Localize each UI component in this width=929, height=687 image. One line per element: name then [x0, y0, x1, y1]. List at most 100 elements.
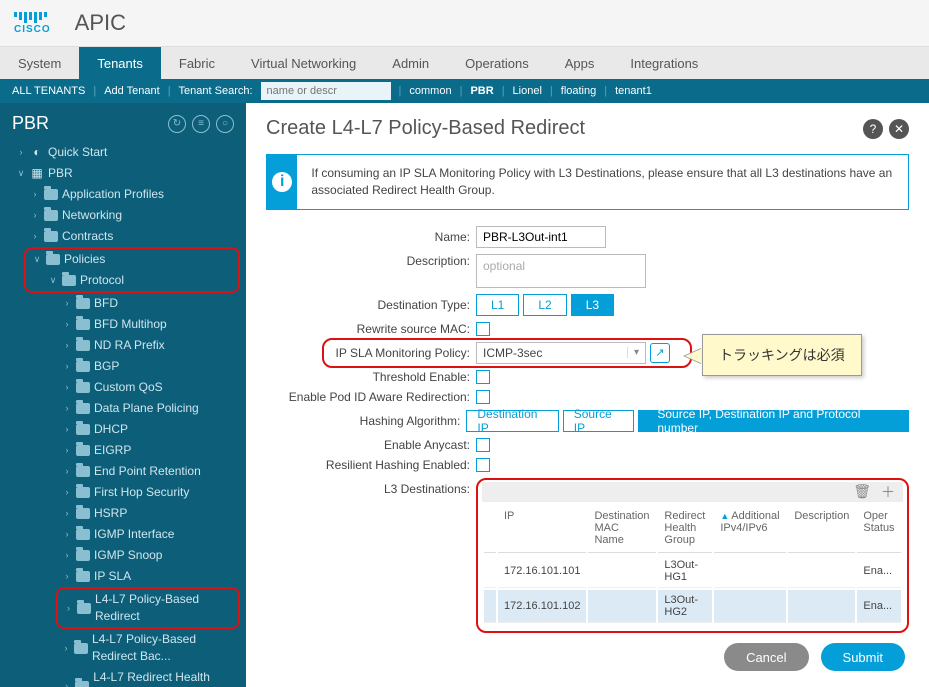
th-rhg[interactable]: Redirect Health Group [658, 504, 712, 553]
sidebar-title: PBR [12, 113, 49, 134]
tab-fabric[interactable]: Fabric [161, 47, 233, 79]
table-row[interactable]: 172.16.101.102 L3Out-HG2 Ena... [484, 590, 901, 623]
sidebar-action-3-icon[interactable]: ○ [216, 115, 234, 133]
dest-type-label: Destination Type: [266, 298, 476, 312]
chevron-down-icon: ▾ [627, 347, 645, 358]
tree-l4l7-pbr-backup[interactable]: ›L4-L7 Policy-Based Redirect Bac... [10, 629, 246, 667]
tenant-link-floating[interactable]: floating [561, 85, 596, 97]
info-message: If consuming an IP SLA Monitoring Policy… [297, 155, 908, 209]
add-tenant-link[interactable]: Add Tenant [104, 85, 159, 97]
sidebar-action-1-icon[interactable]: ↻ [168, 115, 186, 133]
tree-hsrp[interactable]: ›HSRP [10, 503, 246, 524]
tab-apps[interactable]: Apps [547, 47, 613, 79]
delete-icon[interactable]: 🗑 [853, 483, 871, 500]
tree-data-plane-policing[interactable]: ›Data Plane Policing [10, 398, 246, 419]
close-icon[interactable]: ✕ [889, 119, 909, 139]
table-row[interactable]: 172.16.101.101 L3Out-HG1 Ena... [484, 555, 901, 588]
tree-nd-ra-prefix[interactable]: ›ND RA Prefix [10, 335, 246, 356]
tab-virtual-networking[interactable]: Virtual Networking [233, 47, 374, 79]
rewrite-mac-checkbox[interactable] [476, 322, 490, 336]
resilient-label: Resilient Hashing Enabled: [266, 458, 476, 472]
tenant-link-tenant1[interactable]: tenant1 [615, 85, 652, 97]
tree-app-profiles[interactable]: ›Application Profiles [10, 184, 246, 205]
tab-tenants[interactable]: Tenants [79, 47, 161, 79]
tree-root-pbr[interactable]: ∨▦PBR [10, 163, 246, 184]
callout-note: トラッキングは必須 [702, 334, 862, 376]
th-oper[interactable]: Oper Status [857, 504, 901, 553]
tenant-search-input[interactable] [261, 82, 391, 100]
hash-source-ip[interactable]: Source IP [563, 410, 635, 432]
submit-button[interactable]: Submit [821, 643, 905, 671]
pod-aware-checkbox[interactable] [476, 390, 490, 404]
info-banner: i If consuming an IP SLA Monitoring Poli… [266, 154, 909, 210]
th-desc[interactable]: Description [788, 504, 855, 553]
tab-admin[interactable]: Admin [374, 47, 447, 79]
info-icon: i [267, 155, 297, 209]
sla-policy-select[interactable]: ICMP-3sec ▾ [476, 342, 646, 364]
tree-first-hop-security[interactable]: ›First Hop Security [10, 482, 246, 503]
main-panel: Create L4-L7 Policy-Based Redirect ? ✕ i… [246, 103, 929, 687]
tree-quick-start[interactable]: ›◐Quick Start [10, 142, 246, 163]
tree-endpoint-retention[interactable]: ›End Point Retention [10, 461, 246, 482]
hash-src-dst-proto[interactable]: Source IP, Destination IP and Protocol n… [638, 410, 909, 432]
cancel-button[interactable]: Cancel [724, 643, 808, 671]
rewrite-mac-label: Rewrite source MAC: [266, 322, 476, 336]
dest-type-l3[interactable]: L3 [571, 294, 614, 316]
hash-dest-ip[interactable]: Destination IP [466, 410, 558, 432]
tab-operations[interactable]: Operations [447, 47, 547, 79]
tree-policies[interactable]: ∨Policies [26, 249, 238, 270]
description-label: Description: [266, 254, 476, 268]
tab-system[interactable]: System [0, 47, 79, 79]
tree-l4l7-pbr[interactable]: ›L4-L7 Policy-Based Redirect [58, 589, 238, 627]
tree-ip-sla[interactable]: ›IP SLA [10, 566, 246, 587]
th-ip[interactable]: IP [498, 504, 586, 553]
add-icon[interactable]: ＋ [881, 482, 895, 502]
app-name: APIC [75, 10, 126, 36]
main-tabs: System Tenants Fabric Virtual Networking… [0, 47, 929, 79]
tree-bfd-multihop[interactable]: ›BFD Multihop [10, 314, 246, 335]
help-icon[interactable]: ? [863, 119, 883, 139]
all-tenants-link[interactable]: ALL TENANTS [12, 85, 85, 97]
sla-policy-label: IP SLA Monitoring Policy: [266, 346, 476, 360]
tree-networking[interactable]: ›Networking [10, 205, 246, 226]
tenant-link-common[interactable]: common [409, 85, 451, 97]
th-mac[interactable]: Destination MAC Name [588, 504, 656, 553]
tenant-link-pbr[interactable]: PBR [470, 85, 493, 97]
sla-policy-link-icon[interactable]: ↗ [650, 343, 670, 363]
tenant-sub-bar: ALL TENANTS | Add Tenant | Tenant Search… [0, 79, 929, 103]
tree-bfd[interactable]: ›BFD [10, 293, 246, 314]
threshold-label: Threshold Enable: [266, 370, 476, 384]
name-input[interactable] [476, 226, 606, 248]
description-input[interactable]: optional [476, 254, 646, 288]
anycast-checkbox[interactable] [476, 438, 490, 452]
th-addl[interactable]: ▲Additional IPv4/IPv6 [714, 504, 786, 553]
tenant-search-label: Tenant Search: [179, 85, 253, 97]
l3-destinations-label: L3 Destinations: [266, 478, 476, 496]
hashing-label: Hashing Algorithm: [266, 414, 466, 428]
tree-custom-qos[interactable]: ›Custom QoS [10, 377, 246, 398]
cisco-logo: CISCO [14, 12, 51, 35]
sidebar-action-2-icon[interactable]: ≡ [192, 115, 210, 133]
tree-igmp-interface[interactable]: ›IGMP Interface [10, 524, 246, 545]
tree-bgp[interactable]: ›BGP [10, 356, 246, 377]
tab-integrations[interactable]: Integrations [612, 47, 716, 79]
l3-destinations-table: IP Destination MAC Name Redirect Health … [482, 502, 903, 625]
tree-dhcp[interactable]: ›DHCP [10, 419, 246, 440]
brand-bar: CISCO APIC [0, 0, 929, 47]
dest-type-l1[interactable]: L1 [476, 294, 519, 316]
anycast-label: Enable Anycast: [266, 438, 476, 452]
tree-eigrp[interactable]: ›EIGRP [10, 440, 246, 461]
callout-tail-fill [685, 348, 703, 364]
panel-title: Create L4-L7 Policy-Based Redirect [266, 117, 585, 140]
name-label: Name: [266, 230, 476, 244]
tenant-link-lionel[interactable]: Lionel [513, 85, 542, 97]
threshold-checkbox[interactable] [476, 370, 490, 384]
tree-l4l7-redirect-health[interactable]: ›L4-L7 Redirect Health Groups [10, 667, 246, 687]
tree-igmp-snoop[interactable]: ›IGMP Snoop [10, 545, 246, 566]
pod-aware-label: Enable Pod ID Aware Redirection: [266, 390, 476, 404]
dest-type-l2[interactable]: L2 [523, 294, 566, 316]
tree-protocol[interactable]: ∨Protocol [26, 270, 238, 291]
tree-contracts[interactable]: ›Contracts [10, 226, 246, 247]
sidebar: PBR ↻ ≡ ○ ›◐Quick Start ∨▦PBR ›Applicati… [0, 103, 246, 687]
resilient-checkbox[interactable] [476, 458, 490, 472]
